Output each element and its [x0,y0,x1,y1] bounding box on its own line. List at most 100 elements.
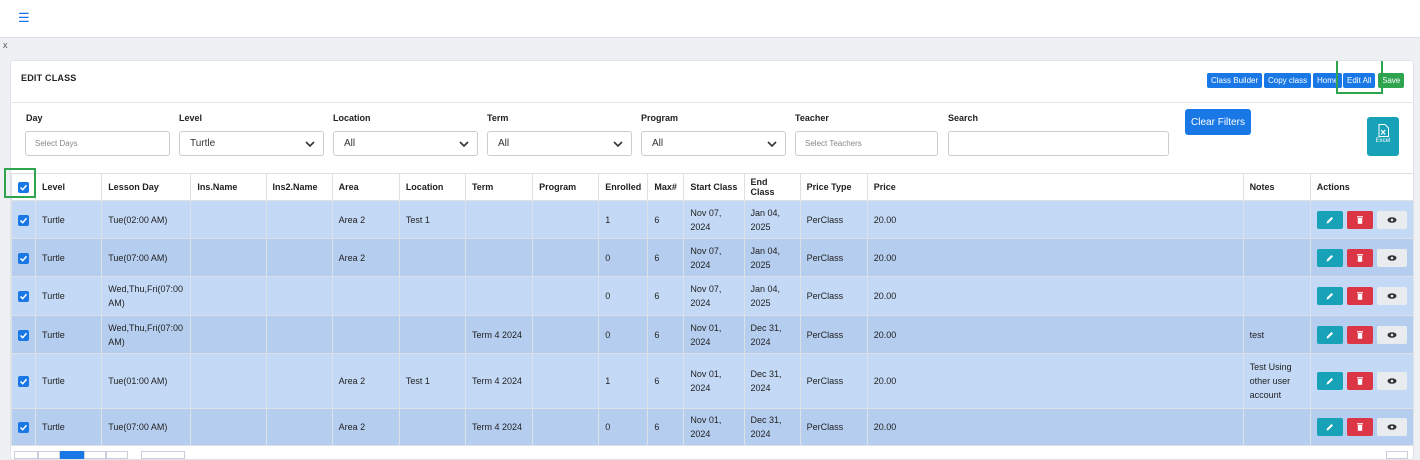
row-checkbox[interactable] [18,252,30,264]
cell-level: Turtle [35,200,103,239]
cell-notes [1242,276,1311,316]
column-header-end-class[interactable]: End Class [743,173,801,201]
location-filter-select[interactable]: All [333,131,478,156]
pagination-button[interactable] [106,451,128,459]
cell-location: Test 1 [398,353,466,409]
column-header-lesson-day[interactable]: Lesson Day [101,173,192,201]
column-header-ins2-name[interactable]: Ins2.Name [265,173,333,201]
edit-row-button[interactable] [1316,372,1343,390]
column-header-enrolled[interactable]: Enrolled [598,173,649,201]
pencil-icon [1326,293,1333,300]
row-select-cell[interactable] [11,200,37,239]
pagination-button[interactable] [1386,451,1408,459]
row-checkbox[interactable] [18,376,30,388]
pagination-button[interactable] [38,451,60,459]
edit-row-button[interactable] [1316,248,1343,267]
delete-row-button[interactable] [1346,418,1373,436]
pagination-button[interactable] [14,451,38,459]
column-header-ins-name[interactable]: Ins.Name [190,173,267,201]
row-select-cell[interactable] [11,276,37,316]
column-header-price[interactable]: Price [866,173,1244,201]
column-header-location[interactable]: Location [398,173,466,201]
view-row-button[interactable] [1376,325,1407,344]
cell-ins2-name [265,315,333,354]
clear-filters-button[interactable]: Clear Filters [1185,109,1251,135]
cell-notes [1242,408,1311,446]
view-row-button[interactable] [1376,248,1407,267]
cell-end-class: Dec 31, 2024 [743,408,801,446]
row-select-cell[interactable] [11,408,37,446]
chevron-down-icon [767,141,777,148]
row-checkbox[interactable] [18,214,30,226]
row-select-cell[interactable] [11,353,37,409]
view-row-button[interactable] [1376,210,1407,229]
search-input[interactable] [948,131,1169,156]
page-size-select[interactable] [141,451,185,459]
term-filter-select[interactable]: All [487,131,632,156]
cell-notes [1242,200,1311,239]
check-icon [19,255,28,262]
teacher-filter-input[interactable]: Select Teachers [795,131,938,156]
column-header-notes[interactable]: Notes [1242,173,1311,201]
edit-row-button[interactable] [1316,418,1343,436]
column-header-price-type[interactable]: Price Type [799,173,868,201]
delete-row-button[interactable] [1346,372,1373,390]
table-row: Turtle Tue(07:00 AM) Area 2 Term 4 2024 0 6 No… [11,408,1413,446]
select-all-checkbox[interactable] [18,181,30,193]
cell-ins2-name [265,200,333,239]
edit-row-button[interactable] [1316,287,1343,305]
row-select-cell[interactable] [11,315,37,354]
hamburger-menu-icon[interactable]: ☰ [18,10,30,26]
row-checkbox[interactable] [18,291,30,303]
trash-icon [1356,423,1363,431]
cell-enrolled: 0 [598,408,649,446]
excel-export-button[interactable]: Excel [1367,117,1399,156]
column-header-program[interactable]: Program [532,173,600,201]
delete-row-button[interactable] [1346,325,1373,344]
column-header-term[interactable]: Term [464,173,534,201]
location-filter-value: All [344,138,356,149]
cell-lesson-day: Tue(01:00 AM) [101,353,192,409]
copy-class-button[interactable]: Copy class [1264,73,1312,88]
pagination-button[interactable] [84,451,106,459]
table-row: Turtle Wed,Thu,Fri(07:00 AM) Term 4 2024 0 6… [11,315,1413,354]
cell-lesson-day: Wed,Thu,Fri(07:00 AM) [101,276,192,316]
home-button[interactable]: Home [1313,73,1343,88]
program-filter-select[interactable]: All [641,131,786,156]
delete-row-button[interactable] [1346,287,1373,305]
view-row-button[interactable] [1376,418,1407,436]
close-icon[interactable]: x [3,40,8,50]
edit-all-button[interactable]: Edit All [1343,73,1376,88]
edit-row-button[interactable] [1316,325,1343,344]
cell-area: Area 2 [331,408,400,446]
cell-area: Area 2 [331,238,400,277]
select-all-cell[interactable] [11,173,37,201]
row-select-cell[interactable] [11,238,37,277]
delete-row-button[interactable] [1346,248,1373,267]
excel-file-icon [1378,124,1389,137]
class-builder-button[interactable]: Class Builder [1207,73,1263,88]
column-header-level[interactable]: Level [35,173,103,201]
table-row: Turtle Wed,Thu,Fri(07:00 AM) 0 6 Nov 07, 202… [11,276,1413,316]
pencil-icon [1326,254,1333,261]
save-button[interactable]: Save [1378,73,1405,88]
row-checkbox[interactable] [18,329,30,341]
column-header-area[interactable]: Area [331,173,400,201]
cell-actions [1309,315,1413,354]
edit-row-button[interactable] [1316,210,1343,229]
pagination-button[interactable] [60,451,84,459]
cell-end-class: Dec 31, 2024 [743,315,801,354]
view-row-button[interactable] [1376,287,1407,305]
cell-ins2-name [265,408,333,446]
view-row-button[interactable] [1376,372,1407,390]
term-filter-label: Term [487,113,509,123]
day-filter-input[interactable]: Select Days [25,131,170,156]
column-header-max[interactable]: Max# [647,173,685,201]
column-header-start-class[interactable]: Start Class [683,173,745,201]
level-filter-select[interactable]: Turtle [179,131,324,156]
row-checkbox[interactable] [18,422,30,434]
cell-program [532,353,600,409]
cell-price: 20.00 [866,200,1244,239]
delete-row-button[interactable] [1346,210,1373,229]
cell-level: Turtle [35,315,103,354]
